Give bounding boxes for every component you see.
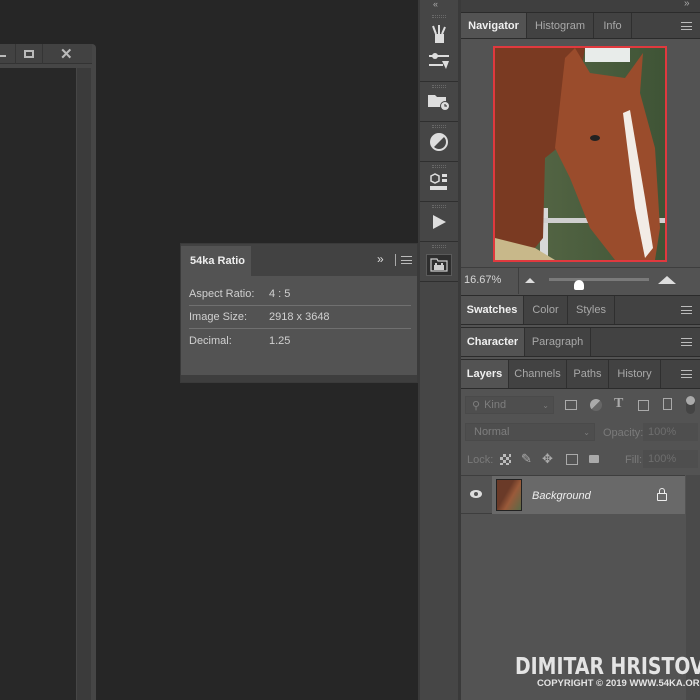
layer-lock-icon [657,493,667,501]
lock-artboard-icon[interactable] [566,454,578,465]
history-folder-icon [428,94,450,111]
history-tool[interactable] [420,82,458,122]
decimal-label: Decimal: [189,334,232,347]
filter-adjustment-icon[interactable] [590,399,602,411]
chevron-down-icon: ⌄ [583,427,590,437]
panel-menu-icon[interactable] [681,21,692,30]
aspect-ratio-label: Aspect Ratio: [189,288,255,300]
libraries-tool[interactable] [420,242,458,282]
filter-pixel-icon[interactable] [565,400,577,410]
visibility-eye-icon[interactable] [470,490,482,498]
panel-menu-icon[interactable] [681,306,692,314]
3d-tool[interactable] [420,162,458,202]
brushes-tool[interactable] [420,12,458,82]
lock-label: Lock: [467,454,494,466]
3d-icon [430,172,447,190]
tab-54ka-ratio[interactable]: 54ka Ratio [181,246,251,276]
expand-panels-icon[interactable]: » [684,0,690,9]
opacity-label: Opacity: [603,427,644,439]
filter-type-icon[interactable]: T [614,396,623,412]
blend-mode-value: Normal [474,426,510,438]
brush-settings-icon [429,52,449,69]
zoom-slider[interactable] [549,278,649,281]
filter-kind-label: Kind [484,399,507,411]
lock-all-icon[interactable] [589,455,599,463]
chevron-down-icon: ⌄ [542,400,549,410]
document-canvas [0,68,76,700]
layers-tabs: Layers Channels Paths History [461,359,700,389]
tab-info[interactable]: Info [594,13,632,38]
tab-navigator[interactable]: Navigator [461,13,527,38]
tab-history[interactable]: History [609,360,661,388]
layer-thumbnail [496,479,522,511]
minimize-icon[interactable] [0,55,6,57]
layer-filter-select[interactable]: ⚲ Kind ⌄ [465,396,554,414]
watermark: DIMITAR HRISTOV COPYRIGHT © 2019 WWW.54K… [515,654,700,689]
decimal-row: Decimal: 1.25 [189,329,411,352]
play-actions-icon [433,214,446,229]
aspect-ratio-row: Aspect Ratio: 4 : 5 [189,283,411,306]
adjustments-icon [430,132,448,151]
tab-paragraph[interactable]: Paragraph [525,328,591,356]
adjustments-tool[interactable] [420,122,458,162]
libraries-icon [430,257,448,272]
zoom-out-icon[interactable] [525,278,535,283]
tab-styles[interactable]: Styles [568,296,615,324]
document-window: ✕ [0,44,96,700]
lock-transparent-icon[interactable] [500,454,511,465]
resize-grip[interactable] [181,375,417,382]
filter-shape-icon[interactable] [638,400,649,411]
panel-menu-icon[interactable] [401,256,412,264]
close-icon[interactable]: ✕ [60,45,73,63]
zoom-row: 16.67% [461,267,700,294]
lock-position-icon[interactable]: ✥ [542,451,553,467]
top-strip [461,0,700,12]
fill-input[interactable]: 100% [643,450,698,468]
expand-icon[interactable]: » [377,252,384,266]
image-size-label: Image Size: [189,311,248,323]
tab-character[interactable]: Character [461,328,525,356]
tab-histogram[interactable]: Histogram [527,13,594,38]
image-size-value: 2918 x 3648 [269,311,330,323]
navigator-preview[interactable] [493,46,667,262]
decimal-value: 1.25 [269,334,291,347]
panel-menu-icon[interactable] [681,370,692,378]
opacity-input[interactable]: 100% [643,423,698,441]
filter-smart-object-icon[interactable] [663,398,672,410]
search-icon: ⚲ [472,399,481,412]
actions-tool[interactable] [420,202,458,242]
tab-layers[interactable]: Layers [461,360,509,388]
lock-image-icon[interactable]: ✎ [521,451,532,467]
blend-mode-select[interactable]: Normal ⌄ [465,423,595,441]
watermark-name: DIMITAR HRISTOV [515,654,700,680]
panel-menu-icon[interactable] [681,338,692,346]
layer-name[interactable]: Background [532,490,591,502]
zoom-slider-thumb[interactable] [574,280,584,290]
fill-value: 100% [648,453,677,465]
tab-color[interactable]: Color [524,296,568,324]
filter-toggle[interactable] [686,396,695,414]
tab-paths[interactable]: Paths [567,360,609,388]
image-size-row: Image Size: 2918 x 3648 [189,306,411,329]
tab-channels[interactable]: Channels [509,360,567,388]
vertical-scrollbar[interactable] [77,68,91,700]
fill-label: Fill: [625,454,643,466]
opacity-value: 100% [648,426,677,438]
aspect-ratio-value: 4 : 5 [269,288,291,300]
brushes-icon [432,24,446,43]
layer-row[interactable]: Background [461,475,685,514]
zoom-in-icon[interactable] [658,276,676,284]
swatches-tabs: Swatches Color Styles [461,295,700,325]
navigator-tabs: Navigator Histogram Info [461,12,700,39]
character-tabs: Character Paragraph [461,327,700,357]
document-titlebar: ✕ [0,44,92,64]
zoom-level[interactable]: 16.67% [464,274,501,286]
tab-swatches[interactable]: Swatches [461,296,524,324]
maximize-icon[interactable] [24,50,34,58]
collapse-icon[interactable]: « [433,0,438,9]
horse-thumbnail [495,48,665,260]
